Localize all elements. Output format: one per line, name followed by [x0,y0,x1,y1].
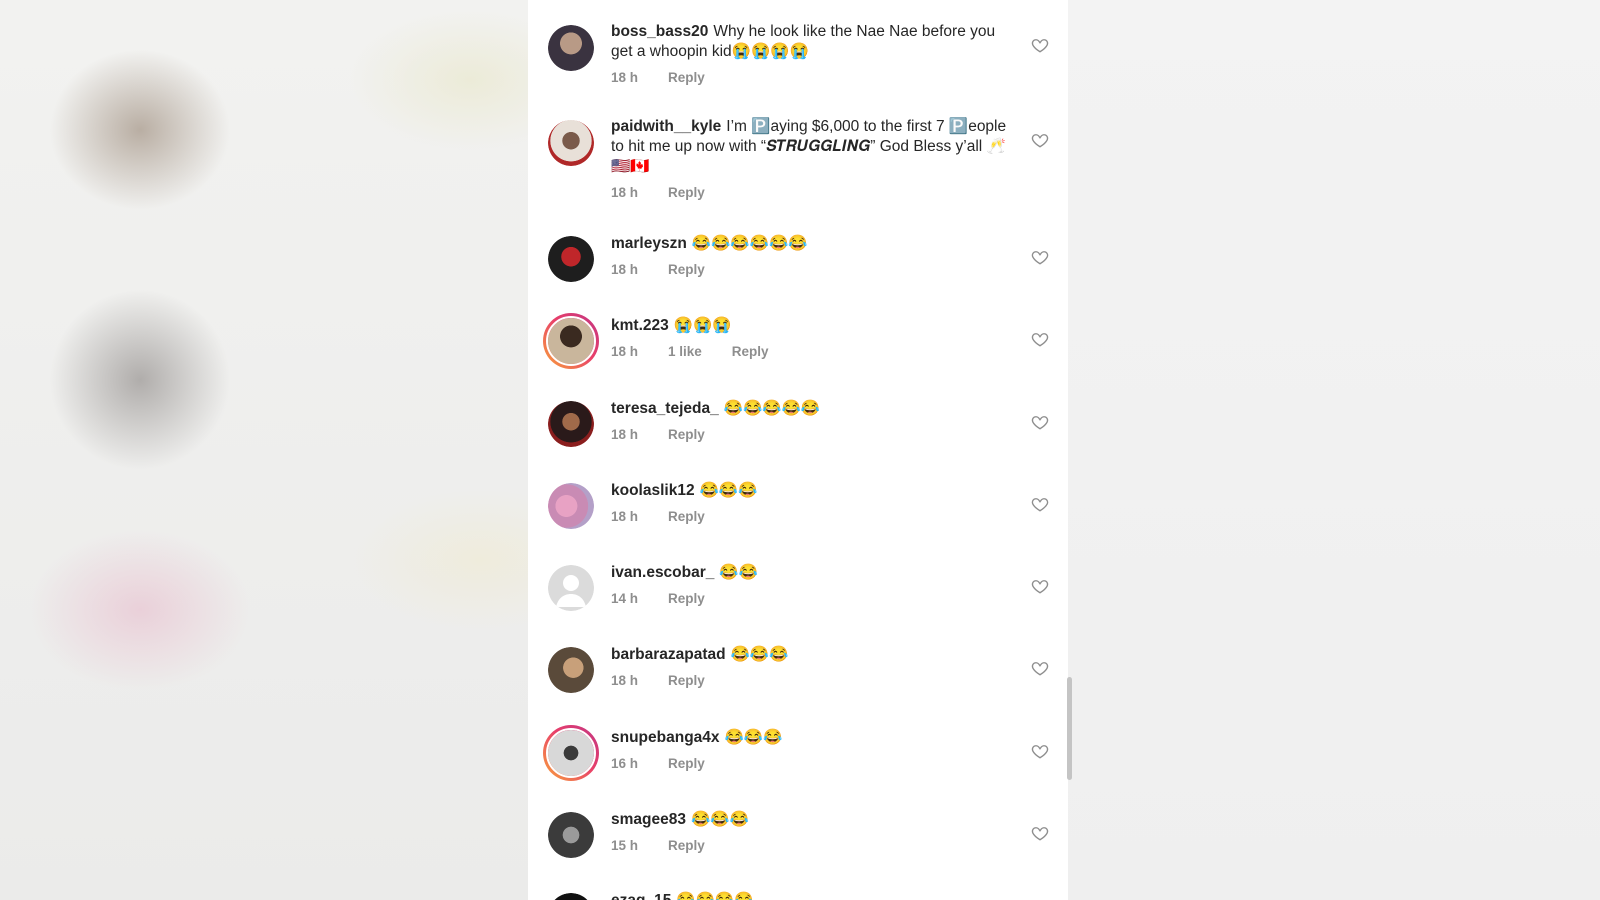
avatar-story-ring[interactable] [543,725,599,781]
reply-button[interactable]: Reply [668,262,705,277]
reply-button[interactable]: Reply [668,591,705,606]
comment-text: 😂😂😂 [690,811,749,828]
comment-text: 😂😂😂 [699,482,758,499]
avatar[interactable] [548,647,594,693]
avatar-default[interactable] [548,565,594,611]
like-heart-icon[interactable] [1031,742,1049,760]
comments-panel[interactable]: boss_bass20 Why he look like the Nae Nae … [528,0,1068,900]
avatar[interactable] [548,401,594,447]
comment-time: 18 h [611,185,639,200]
comment-time: 18 h [611,427,639,442]
avatar[interactable] [548,25,594,71]
like-heart-icon[interactable] [1031,330,1049,348]
comment-username[interactable]: ivan.escobar_ [611,564,714,581]
comment-text: 😂😂😂 [730,646,789,663]
avatar[interactable] [548,893,594,900]
comment-time: 14 h [611,591,639,606]
comment-text: 😭😭😭 [673,317,732,334]
comment-username[interactable]: koolaslik12 [611,482,695,499]
scrollbar-thumb[interactable] [1067,677,1072,780]
avatar[interactable] [548,812,594,858]
comment-username[interactable]: kmt.223 [611,317,669,334]
comment-text: 😂😂😂😂😂😂 [691,235,808,252]
avatar-story-ring[interactable] [543,313,599,369]
reply-button[interactable]: Reply [668,509,705,524]
like-heart-icon[interactable] [1031,131,1049,149]
reply-button[interactable]: Reply [668,70,705,85]
comment-text: 😂😂😂😂 [676,892,753,900]
reply-button[interactable]: Reply [668,756,705,771]
comment-username[interactable]: snupebanga4x [611,729,720,746]
like-heart-icon[interactable] [1031,824,1049,842]
like-count[interactable]: 1 like [668,344,702,359]
avatar[interactable] [548,120,594,166]
comment-time: 18 h [611,70,639,85]
like-heart-icon[interactable] [1031,413,1049,431]
comment-time: 18 h [611,673,639,688]
like-heart-icon[interactable] [1031,495,1049,513]
comment-username[interactable]: ezag_15 [611,892,671,900]
comment-username[interactable]: barbarazapatad [611,646,726,663]
comment-time: 18 h [611,344,639,359]
comment-time: 16 h [611,756,639,771]
comment-username[interactable]: teresa_tejeda_ [611,400,719,417]
like-heart-icon[interactable] [1031,36,1049,54]
comment-username[interactable]: marleyszn [611,235,687,252]
comment-text: 😂😂😂 [724,729,783,746]
reply-button[interactable]: Reply [668,673,705,688]
reply-button[interactable]: Reply [668,185,705,200]
reply-button[interactable]: Reply [668,427,705,442]
comment-username[interactable]: smagee83 [611,811,686,828]
comment-username[interactable]: paidwith__kyle [611,118,721,135]
blurred-background-right [1068,0,1600,900]
comment-time: 18 h [611,262,639,277]
like-heart-icon[interactable] [1031,577,1049,595]
like-heart-icon[interactable] [1031,248,1049,266]
comment-text: 😂😂 [719,564,759,581]
reply-button[interactable]: Reply [668,838,705,853]
comment-time: 15 h [611,838,639,853]
comment-time: 18 h [611,509,639,524]
avatar[interactable] [548,236,594,282]
reply-button[interactable]: Reply [732,344,769,359]
avatar[interactable] [548,483,594,529]
comment-text: 😂😂😂😂😂 [723,400,821,417]
blurred-background-left [0,0,528,900]
comment-username[interactable]: boss_bass20 [611,23,708,40]
like-heart-icon[interactable] [1031,659,1049,677]
